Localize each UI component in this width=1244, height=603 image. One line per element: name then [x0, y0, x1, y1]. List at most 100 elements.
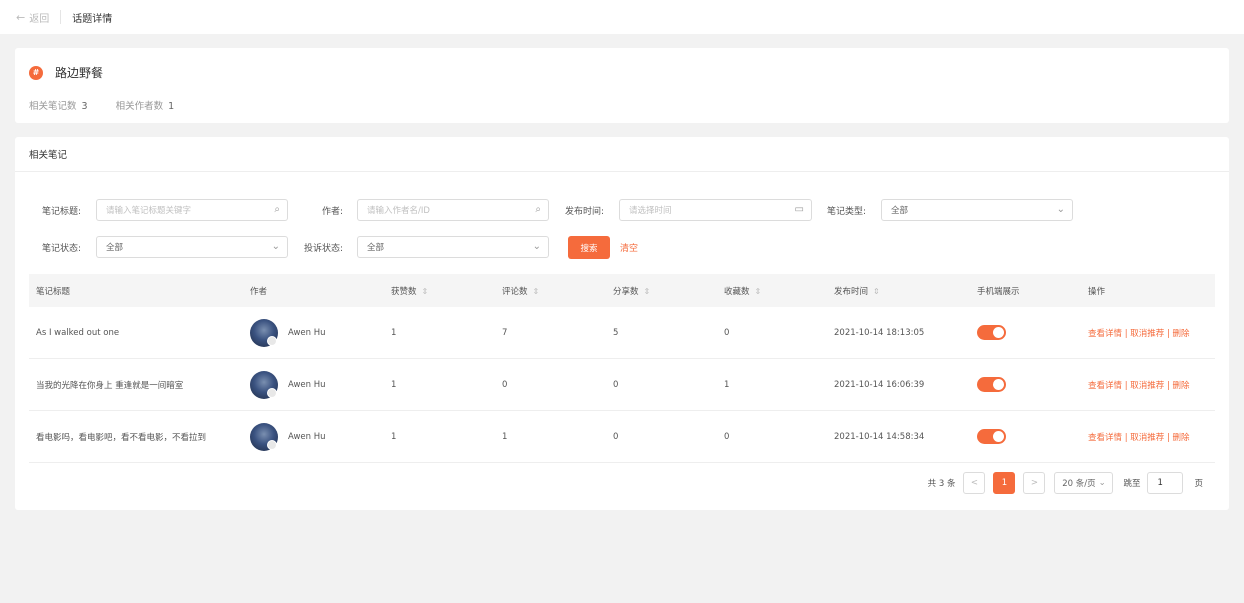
page-size-select[interactable]: 20 条/页 ⌄: [1054, 472, 1114, 494]
shares-value: 5: [613, 327, 619, 338]
note-type-value: 全部: [891, 206, 909, 216]
publish-time-value: 2021-10-14 14:58:34: [834, 431, 925, 442]
arrow-left-icon: ←: [16, 10, 26, 24]
chevron-down-icon: ⌄: [1098, 478, 1106, 488]
note-title: 当我的光降在你身上 重逢就是一间暗室: [36, 380, 184, 391]
likes-value: 1: [391, 379, 397, 390]
favorites-value: 0: [724, 327, 730, 338]
mobile-display-cell: [970, 429, 1081, 444]
back-label: 返回: [29, 13, 50, 25]
author-name: Awen Hu: [288, 379, 326, 390]
col-publish-time-label: 发布时间: [834, 286, 869, 297]
note-title: 看电影吗，看电影吧，看不看电影，不看拉到: [36, 432, 207, 443]
next-page-button[interactable]: >: [1023, 472, 1046, 494]
title-filter-label: 笔记标题:: [41, 207, 81, 217]
note-type-select[interactable]: 全部 ⌄: [881, 199, 1073, 221]
search-icon: ⌕: [274, 204, 280, 215]
author-search-input[interactable]: 请输入作者名/ID ⌕: [357, 199, 549, 221]
divider: [60, 10, 62, 24]
clear-button[interactable]: 清空: [620, 241, 638, 254]
note-type-label: 笔记类型:: [826, 207, 866, 217]
note-count-value: 3: [81, 101, 88, 112]
hashtag-icon: #: [29, 65, 43, 80]
publish-time-value: 2021-10-14 16:06:39: [834, 379, 925, 390]
publish-time-picker[interactable]: 请选择时间 ▭: [619, 199, 812, 221]
favorites-value: 0: [724, 431, 730, 442]
topic-card: # 路边野餐 相关笔记数 3 相关作者数 1: [15, 48, 1229, 123]
jump-page-input[interactable]: 1: [1147, 472, 1184, 494]
col-publish-time[interactable]: 发布时间 ⇕: [827, 285, 970, 297]
author-name: Awen Hu: [288, 327, 326, 338]
note-title: As I walked out one: [36, 327, 120, 338]
sort-icon: ⇕: [754, 286, 762, 296]
notes-table: 笔记标题 作者 获赞数 ⇕ 评论数 ⇕ 分享数 ⇕ 收藏数 ⇕ 发布时间 ⇕ 手机端展示 …: [29, 274, 1215, 463]
author-count-stat: 相关作者数 1: [116, 98, 175, 112]
complaint-status-label: 投诉状态:: [303, 244, 343, 254]
favorites-value: 1: [724, 379, 730, 390]
chevron-down-icon: ⌄: [1056, 204, 1065, 215]
topic-name: 路边野餐: [55, 66, 104, 80]
author-cell: Awen Hu: [243, 422, 384, 451]
publish-time-placeholder: 请选择时间: [629, 206, 672, 216]
author-cell: Awen Hu: [243, 370, 384, 399]
complaint-status-value: 全部: [367, 243, 385, 253]
publish-time-label: 发布时间:: [564, 207, 604, 217]
table-header: 笔记标题 作者 获赞数 ⇕ 评论数 ⇕ 分享数 ⇕ 收藏数 ⇕ 发布时间 ⇕ 手机端展示 …: [29, 274, 1215, 307]
mobile-display-cell: [970, 325, 1081, 340]
mobile-display-toggle[interactable]: [977, 429, 1006, 444]
comments-value: 7: [502, 327, 508, 338]
comments-value: 1: [502, 431, 508, 442]
sort-icon: ⇕: [421, 286, 429, 296]
note-status-select[interactable]: 全部 ⌄: [96, 236, 288, 258]
pagination: 共 3 条 < 1 > 20 条/页 ⌄ 跳至 1 页: [15, 472, 1229, 494]
col-favorites[interactable]: 收藏数 ⇕: [717, 285, 827, 297]
col-actions: 操作: [1088, 286, 1106, 297]
page-size-value: 20 条/页: [1062, 479, 1096, 489]
table-row: As I walked out one Awen Hu 1 7 5 0 2021…: [29, 307, 1215, 359]
prev-page-button[interactable]: <: [963, 472, 986, 494]
table-row: 看电影吗，看电影吧，看不看电影，不看拉到 Awen Hu 1 1 0 0 202…: [29, 411, 1215, 463]
comments-value: 0: [502, 379, 508, 390]
mobile-display-cell: [970, 377, 1081, 392]
note-status-value: 全部: [106, 243, 124, 253]
chevron-down-icon: ⌄: [532, 241, 541, 252]
likes-value: 1: [391, 327, 397, 338]
jump-label: 跳至: [1123, 479, 1141, 489]
col-author: 作者: [250, 286, 268, 297]
author-count-value: 1: [168, 101, 175, 112]
total-count: 共 3 条: [927, 479, 956, 489]
row-actions[interactable]: 查看详情 | 取消推荐 | 删除: [1081, 327, 1221, 339]
col-shares[interactable]: 分享数 ⇕: [606, 285, 717, 297]
col-comments-label: 评论数: [502, 286, 528, 297]
col-comments[interactable]: 评论数 ⇕: [495, 285, 606, 297]
row-actions[interactable]: 查看详情 | 取消推荐 | 删除: [1081, 431, 1221, 443]
sort-icon: ⇕: [532, 286, 540, 296]
note-count-label: 相关笔记数: [29, 101, 77, 112]
filter-form: 笔记标题: 请输入笔记标题关键字 ⌕ 作者: 请输入作者名/ID ⌕ 发布时间:…: [15, 172, 1229, 274]
mobile-display-toggle[interactable]: [977, 377, 1006, 392]
author-count-label: 相关作者数: [115, 101, 164, 112]
table-row: 当我的光降在你身上 重逢就是一间暗室 Awen Hu 1 0 0 1 2021-…: [29, 359, 1215, 411]
note-status-label: 笔记状态:: [41, 244, 81, 254]
avatar: [250, 422, 278, 451]
page-1-button[interactable]: 1: [993, 472, 1016, 494]
calendar-icon: ▭: [794, 204, 804, 215]
col-likes[interactable]: 获赞数 ⇕: [384, 285, 495, 297]
section-title: 相关笔记: [15, 137, 1229, 172]
avatar: [250, 318, 278, 347]
likes-value: 1: [391, 431, 397, 442]
row-actions[interactable]: 查看详情 | 取消推荐 | 删除: [1081, 379, 1221, 391]
top-bar: ← 返回 话题详情: [0, 0, 1244, 34]
complaint-status-select[interactable]: 全部 ⌄: [357, 236, 549, 258]
col-mobile-display: 手机端展示: [977, 286, 1020, 297]
page-unit-label: 页: [1194, 479, 1203, 489]
shares-value: 0: [613, 379, 619, 390]
author-filter-label: 作者:: [321, 207, 343, 217]
back-button[interactable]: ← 返回: [16, 10, 49, 25]
author-name: Awen Hu: [288, 431, 326, 442]
mobile-display-toggle[interactable]: [977, 325, 1006, 340]
title-search-input[interactable]: 请输入笔记标题关键字 ⌕: [96, 199, 288, 221]
author-cell: Awen Hu: [243, 318, 384, 347]
search-button[interactable]: 搜索: [568, 236, 610, 259]
title-search-placeholder: 请输入笔记标题关键字: [106, 206, 192, 216]
